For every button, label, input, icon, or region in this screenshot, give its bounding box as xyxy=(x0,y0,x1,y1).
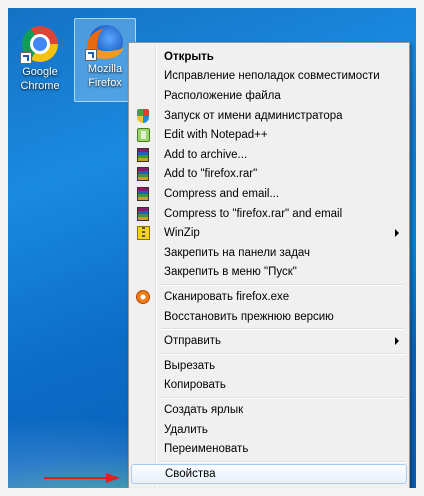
desktop-icon-mozilla-firefox[interactable]: Mozilla Firefox xyxy=(74,18,136,102)
menu-item-compress-and-email[interactable]: Compress and email... xyxy=(131,184,407,204)
menu-item-pin-to-taskbar[interactable]: Закрепить на панели задач xyxy=(131,243,407,263)
menu-item-label: Запуск от имени администратора xyxy=(164,109,343,122)
winrar-icon xyxy=(137,147,149,162)
menu-item-winzip[interactable]: WinZip xyxy=(131,223,407,243)
menu-item-label: Вырезать xyxy=(164,359,216,372)
menu-item-label: Переименовать xyxy=(164,443,249,456)
menu-item-properties[interactable]: Свойства xyxy=(131,464,407,484)
menu-separator xyxy=(159,397,405,400)
menu-item-add-to-archive[interactable]: Add to archive... xyxy=(131,145,407,165)
menu-item-label: Свойства xyxy=(165,467,216,480)
desktop-icon-label: Google xyxy=(22,66,58,78)
menu-item-label: Расположение файла xyxy=(164,89,281,102)
menu-item-create-shortcut[interactable]: Создать ярлык xyxy=(131,400,407,420)
menu-separator xyxy=(159,461,405,463)
winrar-icon xyxy=(137,206,149,221)
menu-item-run-as-administrator[interactable]: Запуск от имени администратора xyxy=(131,106,407,126)
shortcut-arrow-icon xyxy=(20,52,32,64)
menu-item-label: WinZip xyxy=(164,227,200,240)
chrome-icon xyxy=(20,24,60,64)
winzip-icon xyxy=(136,226,150,241)
menu-item-label: Закрепить в меню "Пуск" xyxy=(164,266,297,279)
menu-item-label: Compress to "firefox.rar" and email xyxy=(164,207,343,220)
winrar-icon xyxy=(137,167,149,182)
menu-item-add-to-firefox-rar[interactable]: Add to "firefox.rar" xyxy=(131,165,407,185)
menu-separator xyxy=(159,328,405,331)
menu-separator xyxy=(159,353,405,355)
desktop-icon-label: Mozilla xyxy=(87,63,123,75)
menu-item-delete[interactable]: Удалить xyxy=(131,420,407,440)
shortcut-arrow-icon xyxy=(85,49,97,61)
menu-item-copy[interactable]: Копировать xyxy=(131,376,407,396)
menu-item-scan-file[interactable]: Сканировать firefox.exe xyxy=(131,287,407,307)
menu-item-label: Add to "firefox.rar" xyxy=(164,168,258,181)
menu-item-label: Compress and email... xyxy=(164,187,280,200)
menu-item-pin-to-start-menu[interactable]: Закрепить в меню "Пуск" xyxy=(131,263,407,283)
menu-item-label: Открыть xyxy=(164,50,214,63)
context-menu: Открыть Исправление неполадок совместимос… xyxy=(128,42,410,488)
desktop: Google Chrome Mozilla Firefox Открыть Ис… xyxy=(8,8,416,488)
menu-item-open-file-location[interactable]: Расположение файла xyxy=(131,86,407,106)
menu-item-compress-to-firefox-rar-and-email[interactable]: Compress to "firefox.rar" and email xyxy=(131,204,407,224)
menu-item-troubleshoot-compatibility[interactable]: Исправление неполадок совместимости xyxy=(131,67,407,87)
menu-item-label: Закрепить на панели задач xyxy=(164,246,311,259)
menu-item-label: Edit with Notepad++ xyxy=(164,129,268,142)
uac-shield-icon xyxy=(137,108,149,123)
notepad-plus-plus-icon xyxy=(136,128,150,143)
menu-item-label: Удалить xyxy=(164,423,208,436)
desktop-icon-label: Chrome xyxy=(20,80,60,92)
firefox-icon xyxy=(85,21,125,61)
menu-item-edit-with-notepad[interactable]: Edit with Notepad++ xyxy=(131,125,407,145)
menu-item-open[interactable]: Открыть xyxy=(131,47,407,67)
menu-item-rename[interactable]: Переименовать xyxy=(131,439,407,459)
menu-separator xyxy=(159,284,405,287)
menu-item-label: Отправить xyxy=(164,335,222,348)
menu-item-send-to[interactable]: Отправить xyxy=(131,331,407,351)
menu-item-label: Исправление неполадок совместимости xyxy=(164,70,380,83)
desktop-icon-google-chrome[interactable]: Google Chrome xyxy=(12,22,68,92)
menu-item-label: Создать ярлык xyxy=(164,403,244,416)
menu-item-label: Сканировать firefox.exe xyxy=(164,290,290,303)
submenu-arrow-icon xyxy=(395,229,399,238)
submenu-arrow-icon xyxy=(395,337,399,346)
menu-item-label: Копировать xyxy=(164,379,226,392)
antivirus-scan-icon xyxy=(136,289,150,304)
menu-item-label: Восстановить прежнюю версию xyxy=(164,310,334,323)
winrar-icon xyxy=(137,186,149,201)
menu-item-cut[interactable]: Вырезать xyxy=(131,356,407,376)
menu-item-label: Add to archive... xyxy=(164,148,248,161)
red-arrow-icon xyxy=(44,473,120,483)
menu-item-restore-previous-versions[interactable]: Восстановить прежнюю версию xyxy=(131,307,407,327)
desktop-icon-label: Firefox xyxy=(88,77,122,89)
